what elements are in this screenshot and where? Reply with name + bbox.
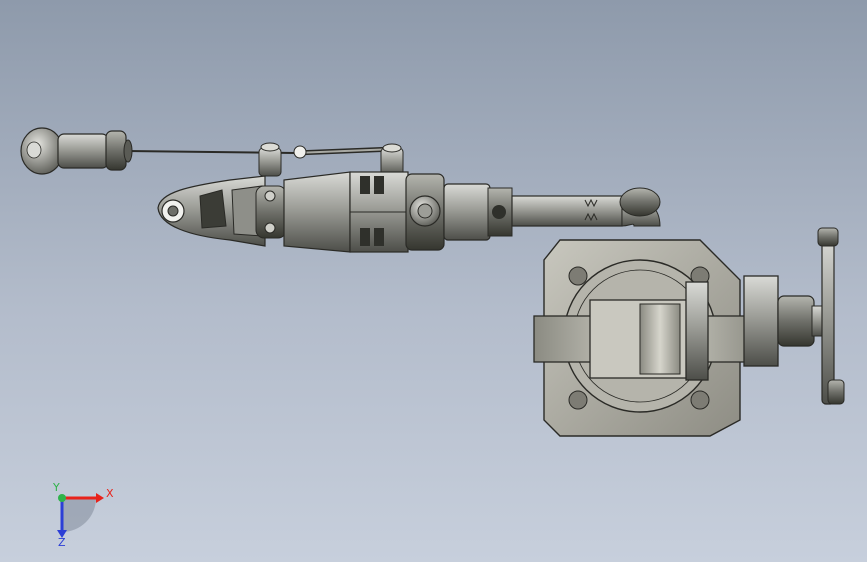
z-axis-label: Z (58, 536, 66, 549)
knurled-collar[interactable] (443, 183, 513, 241)
x-axis-label: X (106, 487, 114, 500)
y-axis-label: Y (52, 481, 60, 494)
triad-shadow (62, 498, 96, 532)
axis-triad: X Z Y (52, 481, 114, 549)
x-axis-arrow (96, 493, 104, 503)
motor-body[interactable] (283, 171, 445, 253)
swivel-arm[interactable] (511, 187, 661, 227)
handle-grip[interactable] (20, 127, 133, 175)
t-handle[interactable] (817, 227, 845, 405)
chuck-nose[interactable] (157, 175, 287, 247)
y-axis-dot (58, 494, 66, 502)
cad-viewport[interactable]: X Z Y (0, 0, 867, 562)
cad-model-view[interactable] (0, 0, 867, 562)
